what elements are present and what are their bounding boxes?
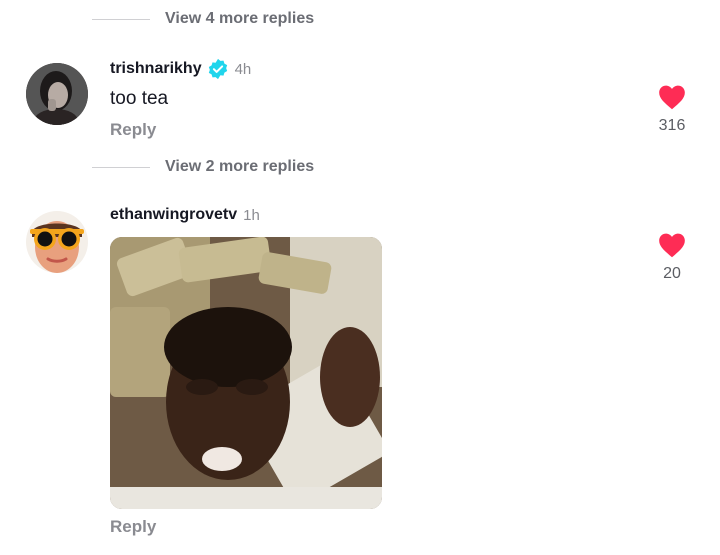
like-control[interactable]: 20: [642, 232, 702, 283]
reply-button[interactable]: Reply: [110, 517, 156, 537]
comment-timestamp: 1h: [243, 206, 260, 224]
like-count: 20: [663, 265, 681, 282]
comment-timestamp: 4h: [234, 60, 252, 78]
like-count: 316: [658, 117, 686, 134]
gif-media: [110, 237, 382, 509]
divider-line: [92, 18, 150, 20]
like-control[interactable]: 316: [642, 84, 702, 135]
view-more-replies-label: View 4 more replies: [165, 10, 315, 27]
avatar-image: [26, 211, 88, 273]
avatar[interactable]: [26, 211, 88, 273]
heart-icon[interactable]: [658, 84, 686, 110]
view-more-replies-button[interactable]: View 4 more replies: [92, 10, 314, 28]
comment-text: too tea: [110, 88, 169, 109]
reply-button[interactable]: Reply: [110, 120, 156, 140]
verified-badge-icon: [208, 58, 227, 80]
avatar[interactable]: [26, 63, 88, 125]
view-more-replies-button[interactable]: View 2 more replies: [92, 158, 314, 176]
comment-username[interactable]: ethanwingrovetv: [110, 206, 237, 224]
divider-line: [92, 166, 150, 168]
comment-username[interactable]: trishnarikhy: [110, 60, 202, 78]
view-more-replies-label: View 2 more replies: [165, 158, 315, 175]
heart-icon[interactable]: [658, 232, 686, 258]
gif-image[interactable]: [110, 237, 382, 509]
avatar-image: [26, 63, 88, 125]
